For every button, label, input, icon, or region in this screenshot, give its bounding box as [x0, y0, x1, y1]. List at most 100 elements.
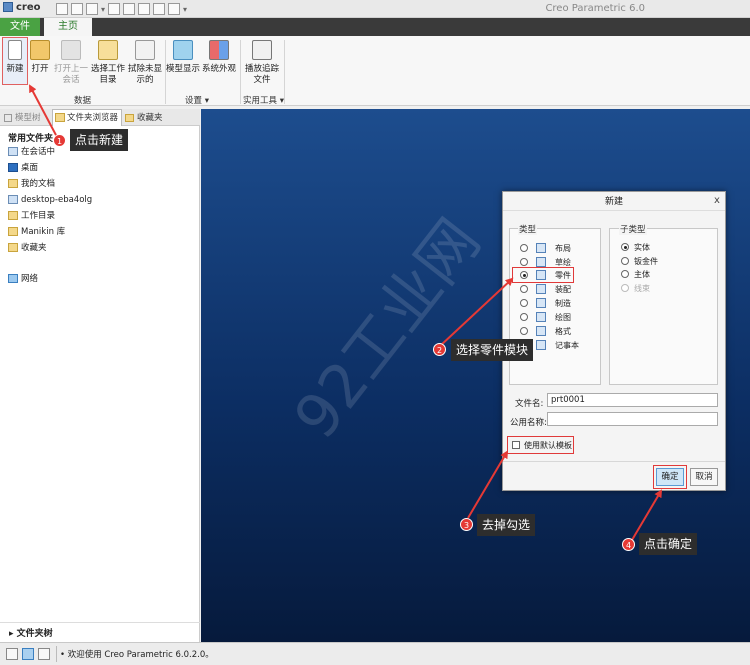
radio-layout[interactable]: [520, 244, 528, 252]
common-name-label: 公用名称:: [510, 418, 547, 428]
tab-home[interactable]: 主页: [44, 18, 92, 36]
chevron-down-icon[interactable]: ▾: [101, 5, 105, 14]
creo-logo: creo: [3, 2, 51, 16]
subtype-label-harness: 线束: [634, 284, 650, 293]
dialog-title: 新建: [503, 193, 725, 211]
folder-item-label: 在会话中: [21, 147, 56, 157]
ribbon-separator: [240, 40, 241, 104]
manufacturing-icon: [536, 298, 546, 308]
erase-icon: [135, 40, 155, 60]
tab-favorites[interactable]: 收藏夹: [125, 111, 163, 126]
radio-assembly[interactable]: [520, 285, 528, 293]
radio-drawing[interactable]: [520, 313, 528, 321]
folder-item-label: 我的文档: [21, 179, 56, 189]
tab-favorites-label: 收藏夹: [137, 113, 163, 123]
chevron-right-icon: ▸: [9, 629, 17, 639]
folder-item-label: 工作目录: [21, 211, 56, 221]
folder-item-network[interactable]: 网络: [8, 273, 38, 285]
folder-item-in-session[interactable]: 在会话中: [8, 146, 55, 158]
folder-item-label: 收藏夹: [21, 243, 47, 253]
annotation-label-4: 点击确定: [639, 533, 698, 555]
folder-item-my-documents[interactable]: 我的文档: [8, 178, 55, 190]
new-file-icon[interactable]: [56, 3, 68, 15]
close-window-icon[interactable]: [168, 3, 181, 15]
ok-button[interactable]: 确定: [656, 468, 684, 486]
group-utilities-label[interactable]: 实用工具 ▾: [243, 94, 284, 106]
system-appearance-button[interactable]: 系统外观: [201, 40, 237, 75]
assembly-icon: [536, 284, 546, 294]
dialog-close-icon[interactable]: x: [711, 195, 723, 207]
new-button-label: 新建: [6, 64, 24, 74]
radio-sheetmetal[interactable]: [621, 257, 629, 265]
erase-undisplayed-button[interactable]: 拭除未显示的: [127, 40, 163, 86]
network-icon: [8, 274, 18, 283]
radio-manufacturing[interactable]: [520, 299, 528, 307]
group-settings-text: 设置: [185, 96, 203, 106]
cancel-button[interactable]: 取消: [690, 468, 718, 486]
tab-model-tree[interactable]: 模型树: [4, 111, 41, 126]
navigator-toggle-icon[interactable]: [6, 648, 18, 660]
library-folder-icon: [8, 227, 18, 236]
radio-sketch[interactable]: [520, 258, 528, 266]
tab-file[interactable]: 文件: [0, 18, 40, 36]
folder-item-label: 网络: [21, 274, 39, 284]
status-separator: [56, 646, 57, 662]
working-directory-icon: [98, 40, 118, 60]
save-icon[interactable]: [86, 3, 98, 15]
folder-item-computer[interactable]: desktop-eba4olg: [8, 194, 92, 206]
dialog-divider: [503, 461, 725, 462]
status-message-text: 欢迎使用 Creo Parametric 6.0.2.0。: [67, 650, 214, 660]
open-last-session-button[interactable]: 打开上一会话: [53, 40, 89, 86]
type-group-label: 类型: [518, 223, 538, 235]
subtype-label-sheetmetal: 钣金件: [634, 257, 658, 266]
radio-body[interactable]: [621, 270, 629, 278]
file-name-label: 文件名:: [515, 399, 544, 409]
radio-part[interactable]: [520, 271, 528, 279]
folder-item-desktop[interactable]: 桌面: [8, 162, 38, 174]
tab-model-tree-label: 模型树: [15, 113, 41, 123]
system-appearance-label: 系统外观: [201, 64, 236, 74]
folder-item-working-directory[interactable]: 工作目录: [8, 210, 55, 222]
file-name-input[interactable]: prt0001: [547, 393, 718, 407]
documents-folder-icon: [8, 179, 18, 188]
folder-item-favorites[interactable]: 收藏夹: [8, 242, 47, 254]
undo-icon[interactable]: [108, 3, 121, 15]
model-display-button[interactable]: 模型显示: [166, 40, 200, 75]
redo-icon[interactable]: [123, 3, 136, 15]
fullscreen-icon[interactable]: [38, 648, 50, 660]
select-working-directory-label: 选择工作目录: [90, 64, 125, 85]
group-settings-label[interactable]: 设置 ▾: [185, 94, 209, 106]
windows-icon[interactable]: [153, 3, 166, 15]
regenerate-icon[interactable]: [138, 3, 151, 15]
type-label-drawing: 绘图: [555, 313, 571, 322]
type-label-manufacturing: 制造: [555, 299, 571, 308]
select-working-directory-button[interactable]: 选择工作目录: [90, 40, 126, 86]
play-trail-file-label: 播放追踪文件: [244, 64, 279, 85]
part-icon: [536, 270, 546, 280]
annotation-label-2: 选择零件模块: [451, 339, 534, 361]
new-button[interactable]: 新建: [3, 40, 27, 75]
radio-harness: [621, 284, 629, 292]
notebook-icon: [536, 340, 546, 350]
use-default-template-checkbox[interactable]: [512, 441, 520, 449]
folder-item-manikin-library[interactable]: Manikin 库: [8, 226, 65, 238]
folder-item-label: Manikin 库: [21, 227, 66, 237]
open-file-icon[interactable]: [71, 3, 83, 15]
folder-icon: [8, 211, 18, 220]
folder-item-label: desktop-eba4olg: [21, 195, 93, 205]
play-trail-file-button[interactable]: 播放追踪文件: [242, 40, 282, 86]
folder-tree-toggle[interactable]: ▸ 文件夹树: [9, 626, 53, 639]
logo-text: creo: [16, 2, 41, 13]
radio-format[interactable]: [520, 327, 528, 335]
browser-toggle-icon[interactable]: [22, 648, 34, 660]
erase-undisplayed-label: 拭除未显示的: [127, 64, 162, 85]
radio-solid[interactable]: [621, 243, 629, 251]
type-label-part: 零件: [555, 271, 571, 280]
open-button[interactable]: 打开: [29, 40, 51, 75]
layout-icon: [536, 243, 546, 253]
customize-toolbar-icon[interactable]: ▾: [183, 5, 187, 14]
model-display-icon: [173, 40, 193, 60]
common-name-input[interactable]: [547, 412, 718, 426]
folder-browser-icon: [55, 113, 65, 122]
subtype-label-body: 主体: [634, 270, 650, 279]
